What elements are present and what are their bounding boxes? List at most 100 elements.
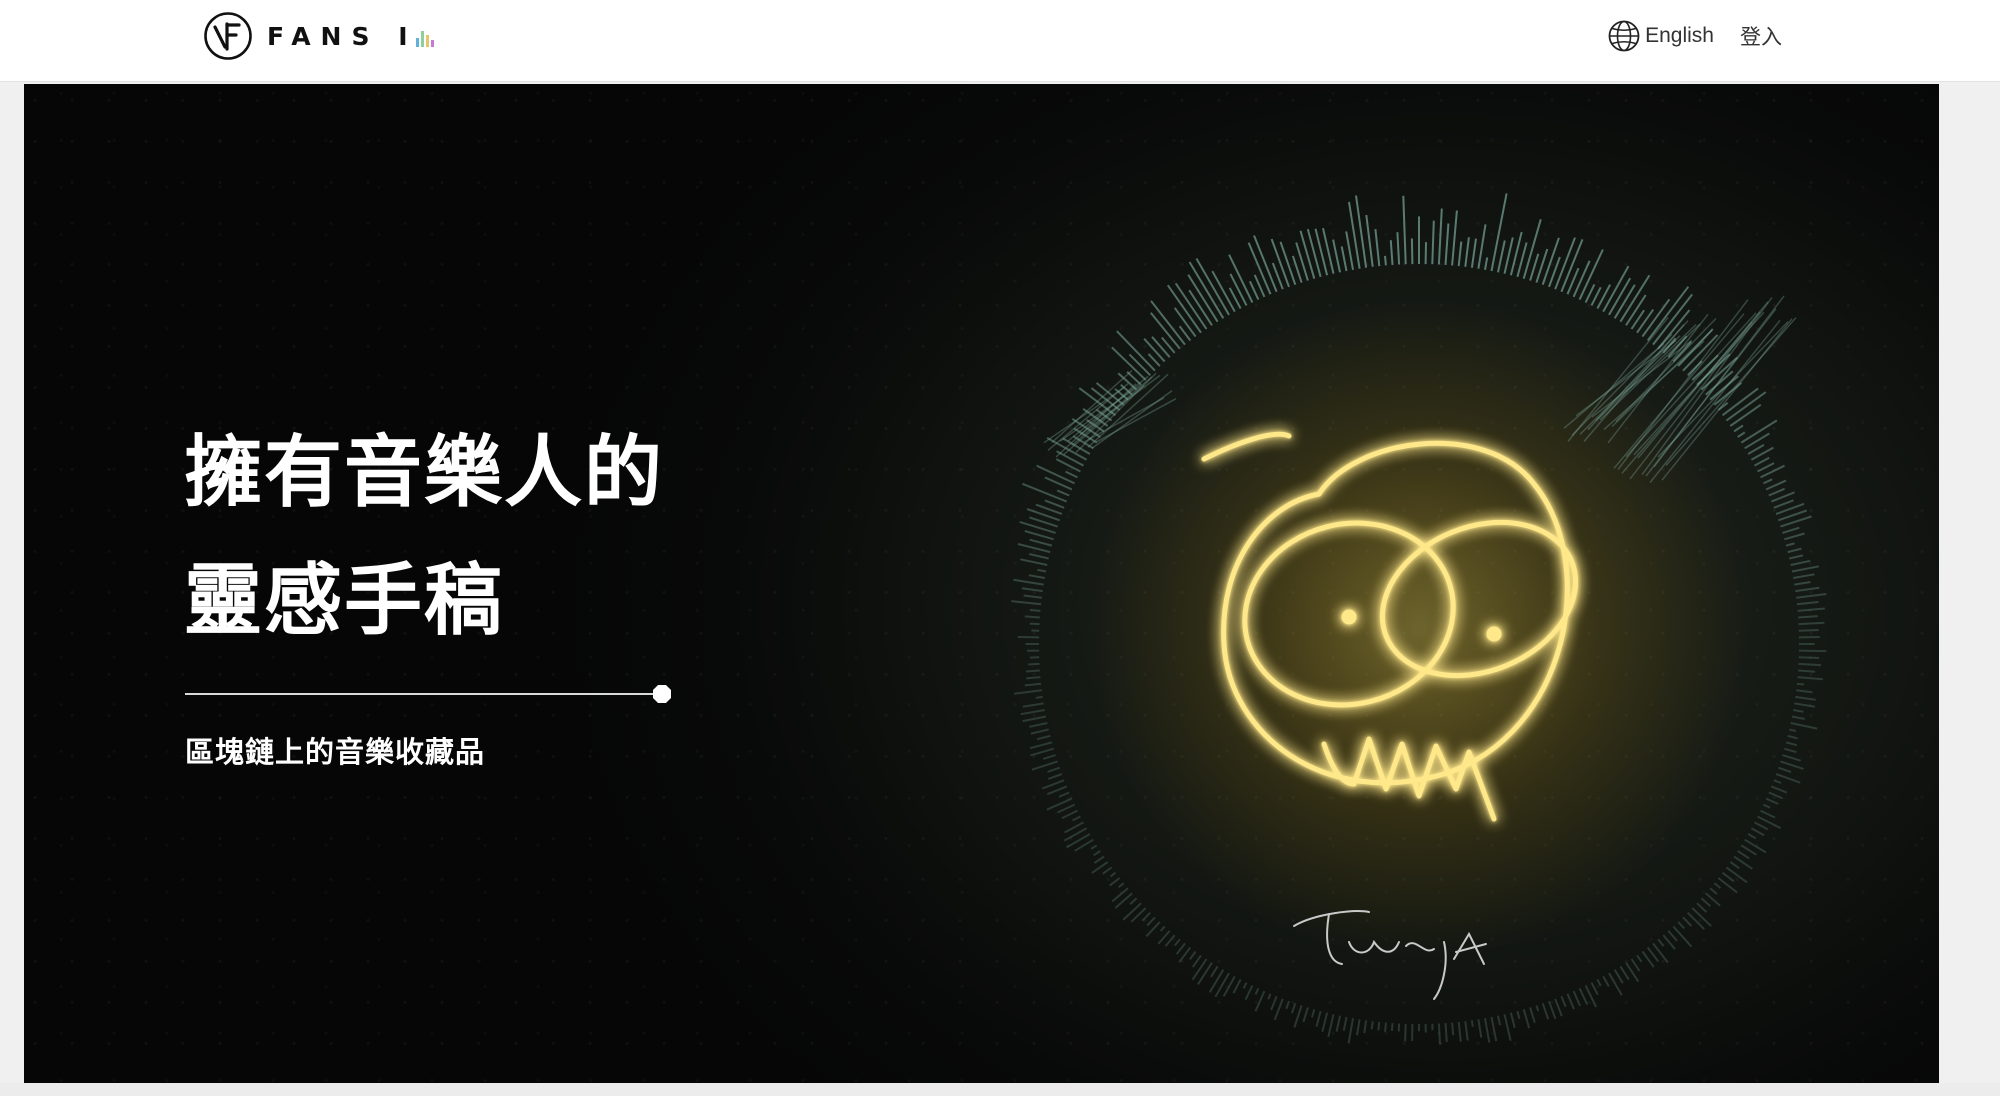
waveform-bar bbox=[1796, 593, 1827, 599]
waveform-bar bbox=[1377, 1021, 1381, 1031]
waveform-bar bbox=[1061, 809, 1078, 819]
waveform-bar bbox=[1197, 962, 1213, 985]
waveform-bar bbox=[1677, 921, 1685, 930]
waveform-bar bbox=[1798, 662, 1822, 667]
top-navbar: FANS I English 登入 bbox=[0, 0, 2000, 82]
waveform-bar bbox=[1028, 662, 1040, 666]
waveform-bar bbox=[1750, 827, 1765, 837]
fansi-logo[interactable]: FANS I bbox=[203, 10, 434, 62]
waveform-bar bbox=[1652, 942, 1669, 964]
waveform-bar bbox=[1279, 241, 1297, 286]
waveform-bar bbox=[1503, 237, 1514, 274]
waveform-bar bbox=[1270, 238, 1290, 288]
waveform-bar bbox=[1798, 656, 1820, 659]
waveform-bar bbox=[1737, 431, 1746, 438]
waveform-bar bbox=[1451, 1022, 1455, 1036]
waveform-bar bbox=[1451, 210, 1458, 266]
waveform-bar bbox=[1340, 246, 1348, 272]
waveform-bar bbox=[1798, 669, 1816, 673]
waveform-bar bbox=[1768, 791, 1783, 800]
waveform-bar bbox=[1672, 925, 1693, 948]
hero-divider bbox=[185, 685, 671, 703]
waveform-bar bbox=[1384, 1022, 1387, 1032]
waveform-bar bbox=[1174, 282, 1208, 330]
waveform-bar bbox=[1017, 543, 1051, 554]
waveform-bar bbox=[1047, 773, 1063, 780]
waveform-bar bbox=[1029, 722, 1048, 728]
waveform-bar bbox=[1791, 715, 1805, 720]
waveform-bar bbox=[1093, 855, 1105, 864]
waveform-bar bbox=[1041, 779, 1065, 790]
language-switcher[interactable]: English bbox=[1607, 19, 1714, 53]
waveform-bar bbox=[1762, 478, 1773, 485]
waveform-bar bbox=[1293, 1005, 1303, 1028]
waveform-bar bbox=[1484, 1018, 1491, 1043]
login-link[interactable]: 登入 bbox=[1740, 21, 1782, 51]
waveform-bar bbox=[1560, 995, 1567, 1008]
waveform-bar bbox=[1789, 554, 1804, 560]
waveform-bar bbox=[1793, 573, 1815, 579]
waveform-bar bbox=[1159, 925, 1166, 932]
divider-dot bbox=[653, 685, 671, 703]
waveform-bar bbox=[1630, 958, 1641, 972]
waveform-bar bbox=[1760, 809, 1776, 819]
logo-bar bbox=[430, 39, 434, 47]
waveform-bar bbox=[1029, 538, 1053, 547]
hero-headline-line-2: 靈感手稿 bbox=[184, 556, 505, 646]
waveform-bar bbox=[1572, 260, 1591, 298]
waveform-bar bbox=[1791, 565, 1820, 573]
waveform-bar bbox=[1028, 553, 1049, 560]
waveform-bar bbox=[1174, 938, 1181, 947]
waveform-bar bbox=[1306, 228, 1322, 278]
waveform-bar bbox=[1024, 530, 1054, 541]
waveform-bar bbox=[1021, 587, 1043, 593]
waveform-bar bbox=[1477, 224, 1487, 269]
waveform-bar bbox=[1646, 286, 1690, 342]
waveform-bar bbox=[1390, 1023, 1394, 1031]
waveform-bar bbox=[1784, 747, 1797, 754]
waveform-bar bbox=[1780, 760, 1804, 770]
waveform-bar bbox=[1793, 709, 1804, 713]
waveform-bar bbox=[1402, 195, 1407, 265]
waveform-bar bbox=[1548, 1000, 1557, 1020]
waveform-bar bbox=[1022, 702, 1044, 708]
waveform-bar bbox=[1516, 1010, 1521, 1019]
waveform-bar bbox=[1572, 990, 1582, 1007]
waveform-bar bbox=[1025, 669, 1040, 673]
header-actions: English 登入 bbox=[1607, 16, 1782, 56]
waveform-bar bbox=[1691, 907, 1712, 927]
waveform-bar bbox=[1777, 766, 1792, 774]
waveform-bar bbox=[1109, 871, 1117, 878]
waveform-bar bbox=[1578, 987, 1589, 1006]
waveform-bar bbox=[1210, 965, 1219, 978]
waveform-bar bbox=[1090, 844, 1098, 850]
waveform-bar bbox=[1794, 702, 1816, 708]
waveform-bar bbox=[1765, 479, 1787, 491]
waveform-bar bbox=[1484, 257, 1489, 270]
waveform-bar bbox=[1754, 456, 1770, 467]
waveform-bar bbox=[1740, 844, 1757, 856]
logo-bar bbox=[425, 34, 429, 47]
waveform-bar bbox=[1798, 615, 1818, 619]
waveform-bar bbox=[1365, 214, 1374, 267]
waveform-bar bbox=[1036, 734, 1051, 741]
waveform-bar bbox=[1470, 1020, 1474, 1027]
waveform-bar bbox=[1122, 902, 1142, 921]
waveform-bar bbox=[1754, 821, 1769, 831]
globe-icon bbox=[1608, 20, 1640, 52]
waveform-bar bbox=[1151, 336, 1171, 358]
waveform-streak bbox=[1641, 297, 1773, 476]
waveform-bar bbox=[1044, 499, 1065, 509]
waveform-bar bbox=[1111, 346, 1147, 381]
waveform-bar bbox=[1150, 300, 1186, 346]
waveform-bar bbox=[1747, 833, 1757, 840]
waveform-bar bbox=[1717, 877, 1738, 894]
waveform-bar bbox=[1529, 253, 1540, 281]
waveform-bar bbox=[1232, 979, 1242, 994]
waveform-bar bbox=[1191, 954, 1202, 968]
hero-banner: 擁有音樂人的 靈感手稿 區塊鏈上的音樂收藏品 bbox=[24, 84, 1939, 1083]
waveform-bar bbox=[1229, 273, 1248, 306]
waveform-bar bbox=[1072, 815, 1081, 822]
waveform-bar bbox=[1785, 741, 1798, 747]
waveform-bar bbox=[1457, 1021, 1462, 1042]
